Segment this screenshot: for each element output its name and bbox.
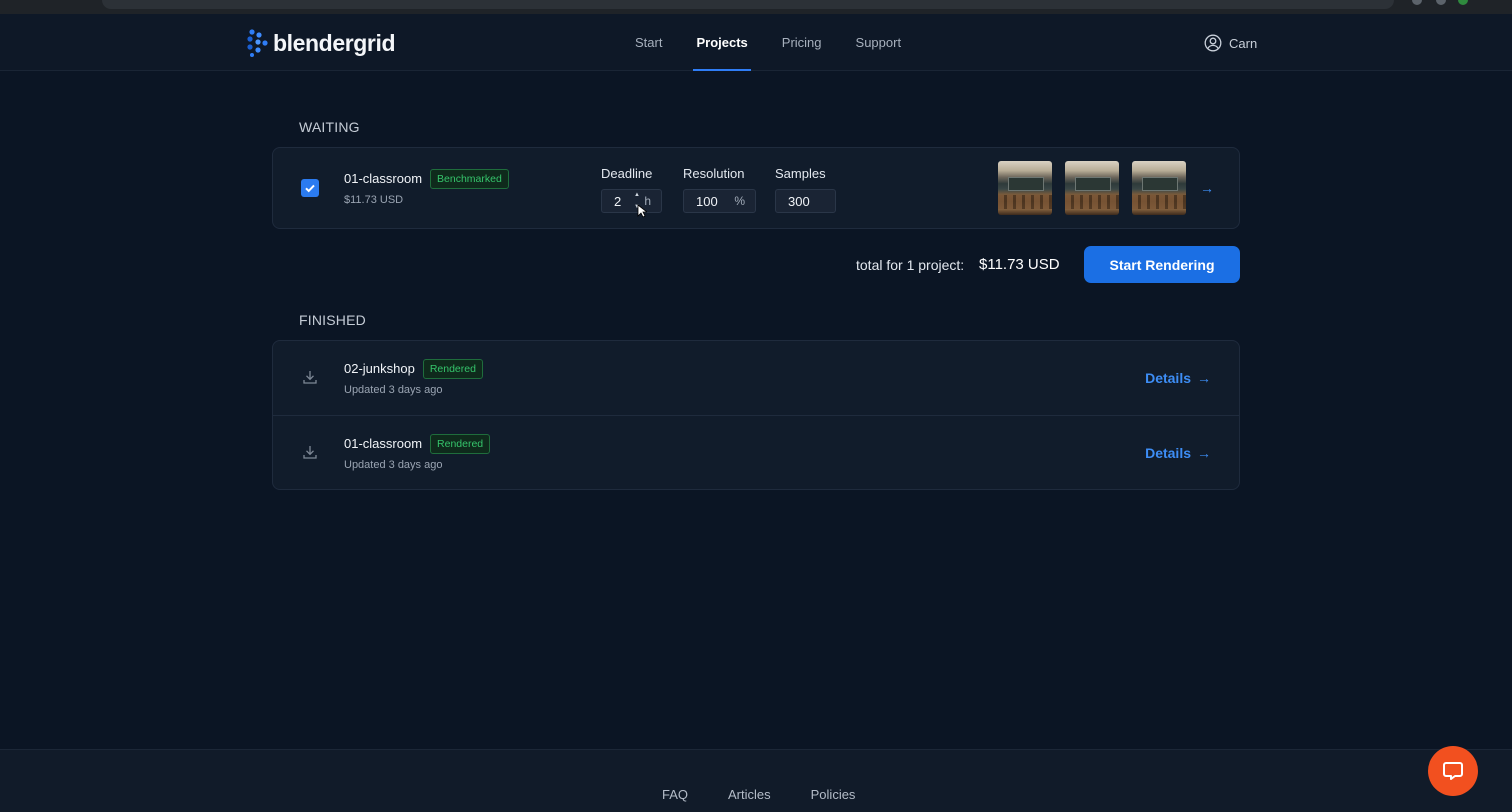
nav-item-support[interactable]: Support — [839, 14, 919, 71]
details-link[interactable]: Details → — [1145, 370, 1211, 386]
brand-name: blendergrid — [273, 29, 396, 56]
user-name: Carn — [1229, 35, 1258, 51]
resolution-unit: % — [734, 194, 745, 208]
project-name[interactable]: 02-junkshop — [344, 361, 415, 376]
blendergrid-logo-icon — [247, 29, 268, 57]
download-icon[interactable] — [302, 369, 318, 385]
render-thumbnail[interactable] — [1132, 161, 1186, 215]
start-rendering-button[interactable]: Start Rendering — [1084, 246, 1240, 283]
details-label: Details — [1145, 370, 1191, 386]
footer-link-policies[interactable]: Policies — [811, 787, 856, 802]
updated-time: Updated 3 days ago — [344, 459, 443, 471]
extension-icon[interactable] — [1436, 0, 1446, 5]
arrow-right-icon[interactable]: → — [1200, 180, 1214, 196]
user-menu[interactable]: Carn — [1204, 34, 1257, 52]
status-badge: Benchmarked — [430, 169, 509, 189]
mouse-cursor-icon — [637, 204, 647, 218]
project-price: $11.73 USD — [344, 194, 404, 206]
site-footer: FAQ Articles Policies — [0, 749, 1512, 812]
arrow-right-icon: → — [1197, 370, 1211, 386]
render-thumbnail[interactable] — [998, 161, 1052, 215]
arrow-right-icon: → — [1197, 445, 1211, 461]
waiting-heading: WAITING — [299, 119, 360, 135]
address-bar[interactable] — [102, 0, 1394, 9]
project-title-row: 01-classroom Benchmarked — [344, 169, 509, 189]
total-value: $11.73 USD — [979, 256, 1060, 273]
status-badge: Rendered — [422, 359, 483, 379]
resolution-value: 100 — [696, 193, 718, 209]
site-header: blendergrid Start Projects Pricing Suppo… — [0, 14, 1512, 71]
deadline-input[interactable]: 2 ▲ ▼ h — [601, 189, 662, 213]
nav-item-projects[interactable]: Projects — [679, 14, 764, 71]
profile-icon[interactable] — [1458, 0, 1468, 5]
samples-value: 300 — [788, 193, 810, 209]
waiting-project-card: 01-classroom Benchmarked $11.73 USD Deadl… — [272, 147, 1240, 229]
total-label: total for 1 project: — [856, 257, 965, 273]
resolution-input[interactable]: 100 % — [683, 189, 756, 213]
project-checkbox[interactable] — [301, 179, 319, 197]
brand-logo[interactable]: blendergrid — [246, 28, 396, 58]
list-item: 02-junkshop Rendered Updated 3 days ago D… — [273, 341, 1239, 415]
check-icon — [305, 184, 315, 193]
details-link[interactable]: Details → — [1145, 445, 1211, 461]
user-circle-icon — [1204, 34, 1222, 52]
status-badge: Rendered — [430, 434, 491, 454]
download-icon[interactable] — [302, 444, 318, 460]
chat-support-button[interactable] — [1428, 746, 1478, 796]
nav-item-start[interactable]: Start — [618, 14, 679, 71]
browser-chrome — [0, 0, 1512, 14]
main-nav: Start Projects Pricing Support — [618, 14, 918, 71]
project-name[interactable]: 01-classroom — [344, 436, 422, 451]
deadline-label: Deadline — [601, 166, 653, 181]
samples-label: Samples — [775, 166, 826, 181]
resolution-label: Resolution — [683, 166, 745, 181]
finished-heading: FINISHED — [299, 312, 366, 328]
footer-link-faq[interactable]: FAQ — [662, 787, 688, 802]
updated-time: Updated 3 days ago — [344, 384, 443, 396]
details-label: Details — [1145, 445, 1191, 461]
deadline-value: 2 — [614, 193, 622, 209]
samples-input[interactable]: 300 — [775, 189, 836, 213]
footer-link-articles[interactable]: Articles — [728, 787, 771, 802]
chat-bubble-icon — [1443, 762, 1463, 780]
list-item: 01-classroom Rendered Updated 3 days ago … — [273, 415, 1239, 489]
stepper-up-icon[interactable]: ▲ — [634, 192, 640, 198]
render-thumbnail[interactable] — [1065, 161, 1119, 215]
extension-icon[interactable] — [1412, 0, 1422, 5]
project-title-row: 01-classroom Rendered — [344, 434, 491, 454]
nav-item-pricing[interactable]: Pricing — [765, 14, 839, 71]
project-title-row: 02-junkshop Rendered — [344, 359, 483, 379]
project-name[interactable]: 01-classroom — [344, 171, 422, 186]
footer-links: FAQ Articles Policies — [662, 787, 855, 802]
finished-projects-card: 02-junkshop Rendered Updated 3 days ago D… — [272, 340, 1240, 490]
